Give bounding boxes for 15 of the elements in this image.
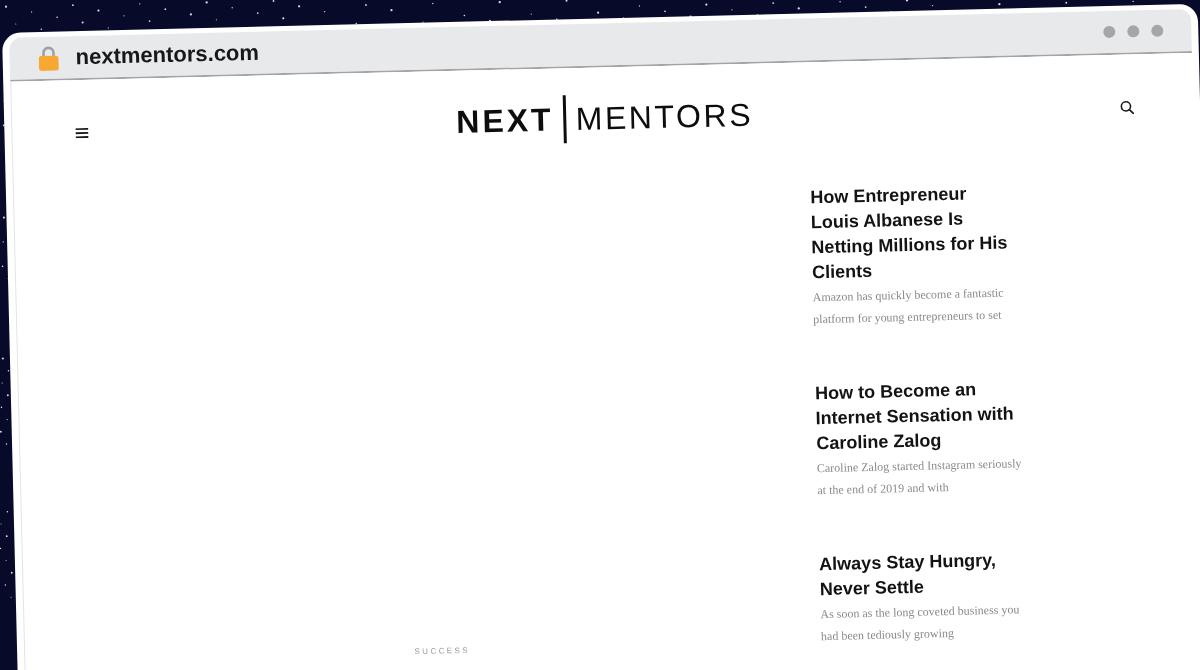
article-excerpt: Caroline Zalog started Instagram seriously at the end of 2019 and with bbox=[816, 455, 1023, 500]
window-control-icon[interactable] bbox=[1151, 24, 1164, 37]
search-button[interactable] bbox=[1120, 100, 1135, 115]
window-control-icon[interactable] bbox=[1103, 25, 1116, 39]
window-control-icon[interactable] bbox=[1127, 25, 1140, 38]
article-title-link[interactable]: Always Stay Hungry, Never Settle bbox=[818, 547, 1023, 603]
article-title-link[interactable]: How Entrepreneur Louis Albanese Is Netting Millions for His Clients bbox=[809, 180, 1015, 286]
article-excerpt: As soon as the long coveted business you had been tediously growing bbox=[820, 601, 1021, 646]
menu-button[interactable] bbox=[75, 127, 89, 139]
article-excerpt: Amazon has quickly become a fantastic platform for young entrepreneurs to set bbox=[812, 284, 1005, 329]
article-title-link[interactable]: How to Become an Internet Sensation with Caroline Zalog bbox=[814, 376, 1019, 457]
menu-icon bbox=[75, 127, 89, 139]
site-logo[interactable]: NEXT MENTORS bbox=[455, 90, 754, 146]
page-url: nextmentors.com bbox=[75, 39, 260, 71]
search-icon bbox=[1120, 100, 1135, 115]
